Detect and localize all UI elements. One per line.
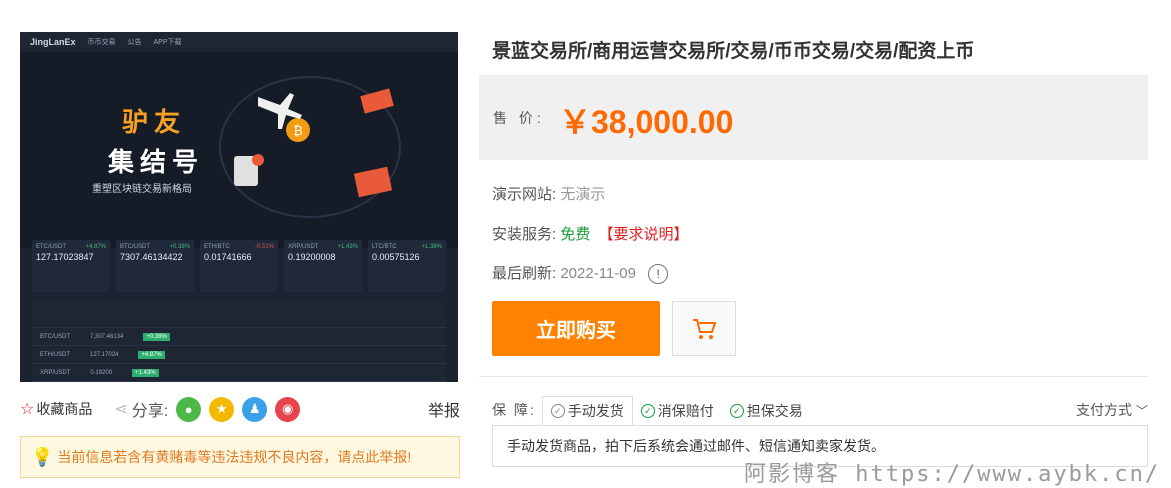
product-actions: ☆ 收藏商品 ⋖ 分享: ● ★ ♟ ◉ 举报 — [20, 396, 460, 422]
last-refresh-date: 2022-11-09 — [560, 265, 636, 282]
demo-site-value: 无演示 — [560, 186, 606, 203]
tab-manual-delivery[interactable]: ✓ 手动发货 — [541, 396, 633, 426]
guarantee-label: 保 障: — [492, 402, 536, 418]
chevron-down-icon: ﹀ — [1135, 403, 1148, 418]
tab-consumer-protection[interactable]: ✓ 消保赔付 — [633, 396, 722, 426]
cart-icon — [693, 318, 716, 339]
share-label: 分享: — [131, 403, 169, 420]
check-icon: ✓ — [729, 404, 744, 418]
report-notice[interactable]: 💡 当前信息若含有黄赌毒等违法违规不良内容，请点此举报! — [20, 436, 460, 478]
tab-escrow-trade[interactable]: ✓ 担保交易 — [722, 396, 811, 426]
preview-ticker-row: ETC/USDT +4.87% 127.17023847 BTC/USDT +0.3… — [32, 240, 446, 292]
price-box: 售 价: ￥38,000.00 — [479, 75, 1148, 160]
exclamation-icon[interactable]: ! — [648, 264, 669, 285]
svg-text:₿: ₿ — [293, 124, 303, 139]
weibo-icon[interactable]: ◉ — [275, 396, 301, 422]
price-value: ￥38,000.00 — [559, 104, 734, 140]
payment-methods-dropdown[interactable]: 支付方式 ﹀ — [1076, 400, 1148, 426]
preview-nav-item: 公告 — [127, 39, 142, 46]
qzone-icon[interactable]: ★ — [209, 396, 235, 422]
preview-ticker: ETH/BTC -0.51% 0.01741666 — [200, 240, 278, 292]
wechat-icon[interactable]: ● — [176, 396, 202, 422]
favorite-label: 收藏商品 — [36, 401, 93, 417]
add-to-cart-button[interactable] — [672, 301, 736, 356]
report-link[interactable]: 举报 — [428, 397, 460, 421]
preview-market-table: BTC/USDT 7,307.46134 +0.38% ETH/USDT 127.17… — [32, 298, 446, 382]
last-refresh-row: 最后刷新: 2022-11-09 ! — [492, 262, 669, 285]
product-preview-image[interactable]: JingLanEx 币币交易 公告 APP下载 ₿ 驴友 集结号 重塑区块链交易… — [20, 32, 458, 382]
preview-logo: JingLanEx — [30, 37, 76, 47]
demo-site-row: 演示网站: 无演示 — [492, 183, 605, 204]
payment-methods-label: 支付方式 — [1075, 402, 1132, 418]
install-requirements-link[interactable]: 【要求说明】 — [599, 226, 689, 243]
preview-hero-title-1: 驴友 — [122, 107, 187, 137]
preview-hero: ₿ 驴友 集结号 重塑区块链交易新格局 — [20, 52, 458, 248]
preview-ticker: XRP/USDT +1.43% 0.19200008 — [284, 240, 362, 292]
table-row: XRP/USDT 0.19200 +1.43% — [32, 364, 446, 382]
check-icon: ✓ — [550, 404, 565, 418]
star-icon: ☆ — [20, 401, 35, 418]
preview-hero-subtitle: 重塑区块链交易新格局 — [92, 184, 192, 195]
lightbulb-icon: 💡 — [31, 446, 54, 467]
share-group: ⋖ 分享: ● ★ ♟ ◉ — [114, 396, 301, 422]
preview-ticker: ETC/USDT +4.87% 127.17023847 — [32, 240, 110, 292]
install-service-value: 免费 — [560, 226, 591, 243]
install-service-label: 安装服务: — [492, 226, 557, 243]
check-icon: ✓ — [640, 404, 655, 418]
preview-hero-title-2: 集结号 — [108, 147, 205, 177]
qq-icon[interactable]: ♟ — [242, 396, 268, 422]
last-refresh-label: 最后刷新: — [492, 265, 557, 282]
buy-now-button[interactable]: 立即购买 — [492, 301, 660, 356]
demo-site-label: 演示网站: — [492, 186, 557, 203]
preview-ticker: BTC/USDT +0.38% 7307.46134422 — [116, 240, 194, 292]
favorite-button[interactable]: ☆ 收藏商品 — [20, 399, 92, 419]
preview-hero-art: ₿ — [219, 76, 401, 218]
preview-nav-item: 币币交易 — [87, 39, 116, 46]
divider — [479, 376, 1148, 377]
guarantee-tabs: 保 障: ✓ 手动发货 ✓ 消保赔付 ✓ 担保交易 支付方式 ﹀ — [492, 396, 1148, 426]
notice-text: 当前信息若含有黄赌毒等违法违规不良内容，请点此举报! — [57, 449, 412, 465]
table-row: ETH/USDT 127.17024 +4.87% — [32, 346, 446, 364]
preview-nav-item: APP下载 — [153, 39, 182, 46]
preview-topbar: JingLanEx 币币交易 公告 APP下载 — [20, 32, 458, 52]
price-label: 售 价: — [493, 110, 545, 126]
install-service-row: 安装服务: 免费 【要求说明】 — [492, 223, 689, 244]
share-icon: ⋖ — [114, 401, 128, 418]
page-title: 景蓝交易所/商用运营交易所/交易/币币交易/交易/配资上币 — [492, 41, 975, 62]
watermark: 阿影博客 https://www.aybk.cn/ — [744, 462, 1161, 487]
table-row: BTC/USDT 7,307.46134 +0.38% — [32, 328, 446, 346]
preview-ticker: LTC/BTC +1.38% 0.00575126 — [368, 240, 446, 292]
